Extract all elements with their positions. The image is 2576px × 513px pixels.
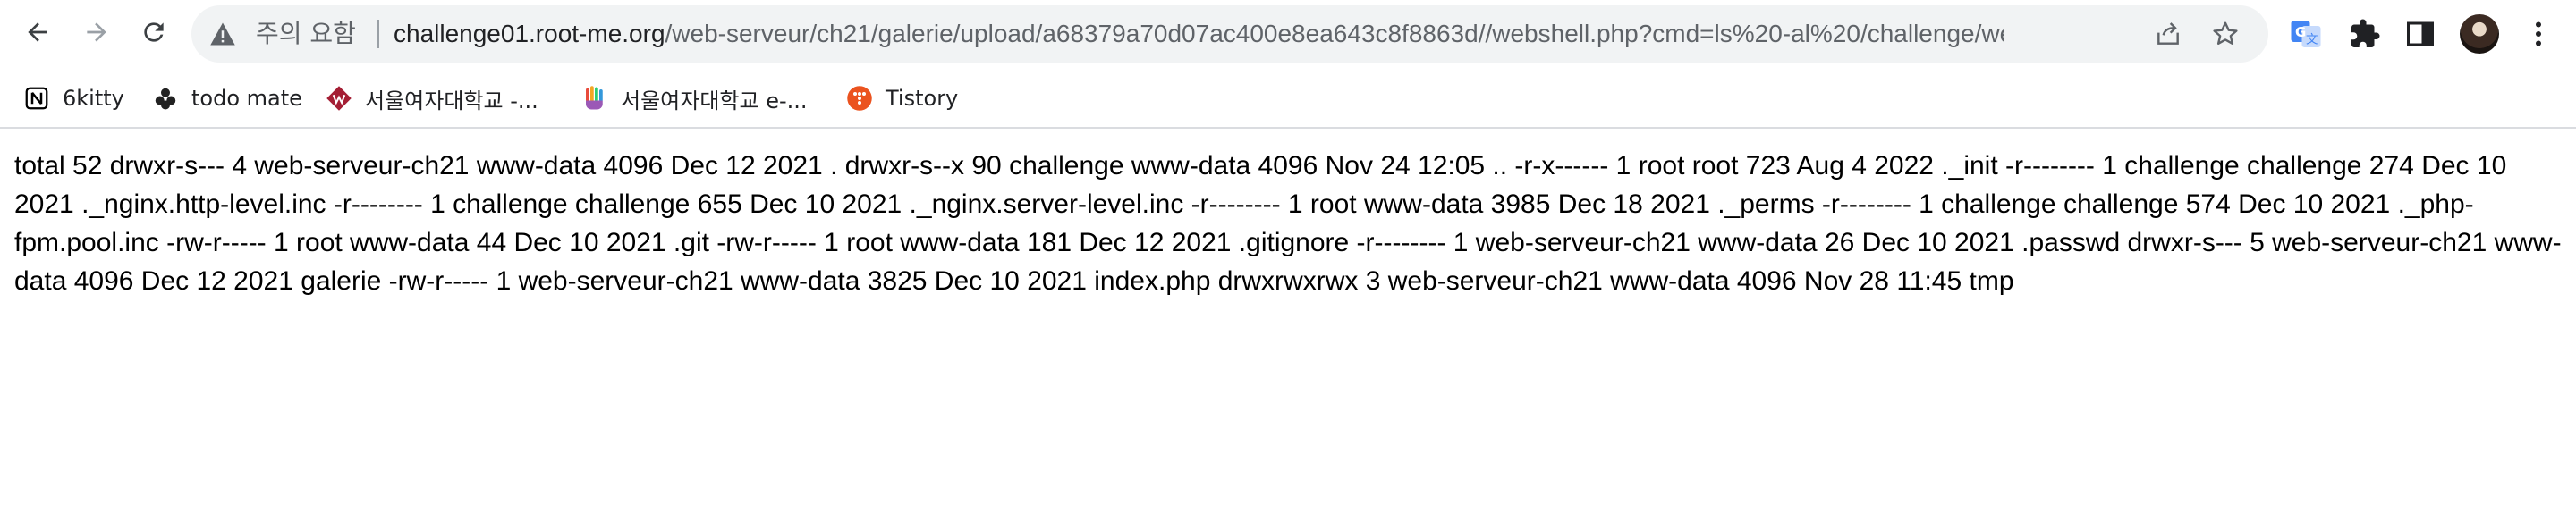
puzzle-icon[interactable] bbox=[2347, 16, 2383, 52]
arrow-right-icon bbox=[82, 18, 111, 51]
bookmark-todo-mate[interactable]: todo mate bbox=[152, 75, 302, 122]
security-status-label[interactable]: 주의 요함 bbox=[256, 5, 356, 63]
bookmark-swu-2[interactable]: 서울여자대학교 e-... bbox=[581, 75, 808, 122]
url-host: challenge01.root-me.org bbox=[394, 20, 665, 47]
more-vertical-icon[interactable] bbox=[2521, 16, 2556, 52]
arrow-left-icon bbox=[23, 18, 52, 51]
svg-text:G: G bbox=[2295, 24, 2306, 40]
svg-text:文: 文 bbox=[2306, 33, 2318, 47]
bookmark-label: 서울여자대학교 -... bbox=[365, 88, 538, 114]
avatar[interactable] bbox=[2460, 14, 2499, 54]
colorful-hand-icon bbox=[581, 85, 608, 112]
bookmark-tistory[interactable]: Tistory bbox=[846, 75, 958, 122]
bookmarks-bar: 6kitty todo mate 서울여자대학교 -... 서울여자대학교 e-… bbox=[0, 75, 2576, 122]
bookmark-swu-1[interactable]: 서울여자대학교 -... bbox=[326, 75, 538, 122]
omnibox-separator bbox=[377, 20, 379, 48]
address-bar[interactable]: 주의 요함 challenge01.root-me.org/web-serveu… bbox=[191, 5, 2268, 63]
bookmark-6kitty[interactable]: 6kitty bbox=[23, 75, 124, 122]
share-icon[interactable] bbox=[2152, 18, 2184, 50]
tistory-icon bbox=[846, 85, 873, 112]
forward-button[interactable] bbox=[75, 13, 118, 55]
back-button[interactable] bbox=[16, 13, 59, 55]
url-path: /web-serveur/ch21/galerie/upload/a68379a… bbox=[665, 20, 2004, 47]
bookmark-label: 6kitty bbox=[63, 86, 124, 111]
todo-mate-icon bbox=[152, 85, 179, 112]
url-text[interactable]: challenge01.root-me.org/web-serveur/ch21… bbox=[394, 5, 2004, 63]
university-seal-icon bbox=[326, 85, 352, 112]
browser-toolbar: 주의 요함 challenge01.root-me.org/web-serveu… bbox=[0, 0, 2576, 68]
side-panel-icon[interactable] bbox=[2402, 16, 2438, 52]
notion-icon bbox=[23, 85, 50, 112]
google-translate-icon[interactable]: G文 bbox=[2288, 16, 2324, 52]
bookmark-label: 서울여자대학교 e-... bbox=[621, 88, 808, 114]
reload-icon bbox=[140, 18, 168, 51]
command-output: total 52 drwxr-s--- 4 web-serveur-ch21 w… bbox=[14, 151, 2562, 296]
bookmark-label: todo mate bbox=[191, 86, 302, 111]
reload-button[interactable] bbox=[132, 13, 175, 55]
toolbar-divider bbox=[0, 127, 2576, 129]
star-icon[interactable] bbox=[2209, 18, 2241, 50]
bookmark-label: Tistory bbox=[886, 86, 959, 111]
warning-triangle-icon[interactable] bbox=[209, 21, 236, 46]
